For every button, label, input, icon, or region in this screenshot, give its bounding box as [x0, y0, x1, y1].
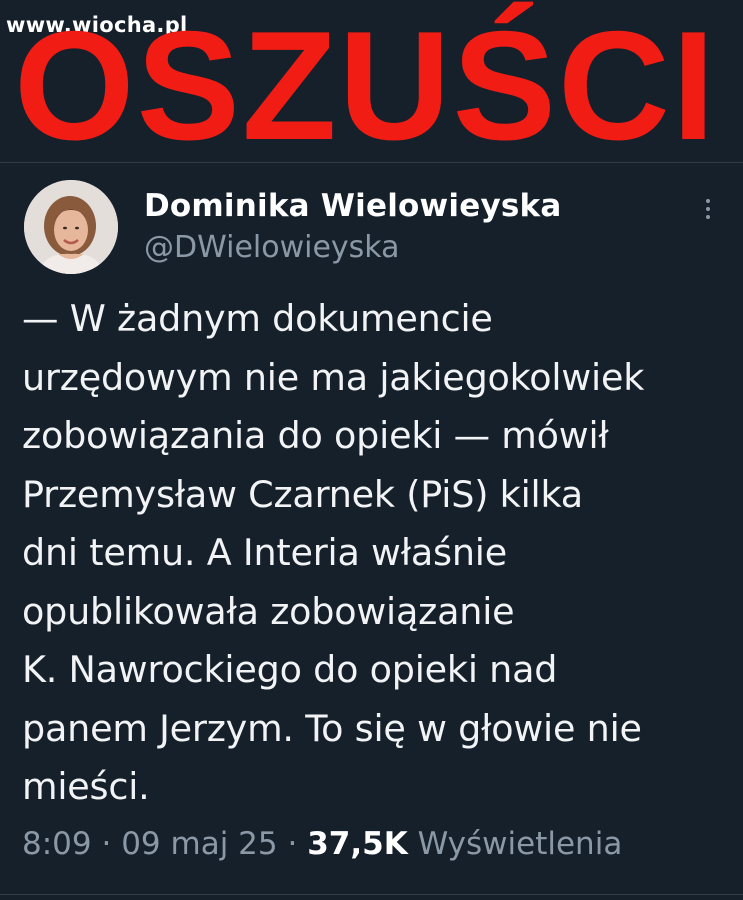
author-avatar[interactable] [24, 180, 118, 274]
author-handle[interactable]: @DWielowieyska [144, 230, 400, 265]
divider [0, 894, 743, 895]
meta-separator: · [101, 826, 112, 862]
tweet-text-line: zobowiązania do opieki — mówił [22, 414, 609, 457]
dot [706, 215, 710, 219]
tweet-text: — W żadnym dokumencie urzędowym nie ma j… [22, 290, 737, 817]
tweet-text-line: urzędowym nie ma jakiegokolwiek [22, 355, 645, 399]
meta-separator: · [287, 826, 298, 862]
author-name[interactable]: Dominika Wielowieyska [144, 188, 561, 224]
views-count[interactable]: 37,5K [307, 826, 408, 862]
tweet-text-line: mieści. [22, 765, 150, 808]
tweet-text-line: K. Nawrockiego do opieki nad [22, 648, 558, 691]
avatar-image [24, 180, 118, 274]
views-label: Wyświetlenia [417, 826, 623, 862]
tweet-text-line: — W żadnym dokumencie [22, 297, 493, 340]
more-options-icon[interactable] [700, 196, 716, 226]
banner-title: OSZUŚCI [14, 0, 717, 172]
tweet-text-line: Przemysław Czarnek (PiS) kilka [22, 472, 583, 516]
tweet-text-line: dni temu. A Interia właśnie [22, 531, 507, 574]
divider [0, 162, 743, 163]
tweet-time[interactable]: 8:09 [22, 826, 92, 862]
dot [706, 207, 710, 211]
tweet-text-line: panem Jerzym. To się w głowie nie [22, 706, 642, 750]
tweet-meta: 8:09 · 09 maj 25 · 37,5K Wyświetlenia [22, 826, 622, 862]
dot [706, 199, 710, 203]
tweet-date[interactable]: 09 maj 25 [121, 826, 277, 862]
tweet-text-line: opublikowała zobowiązanie [22, 589, 515, 633]
